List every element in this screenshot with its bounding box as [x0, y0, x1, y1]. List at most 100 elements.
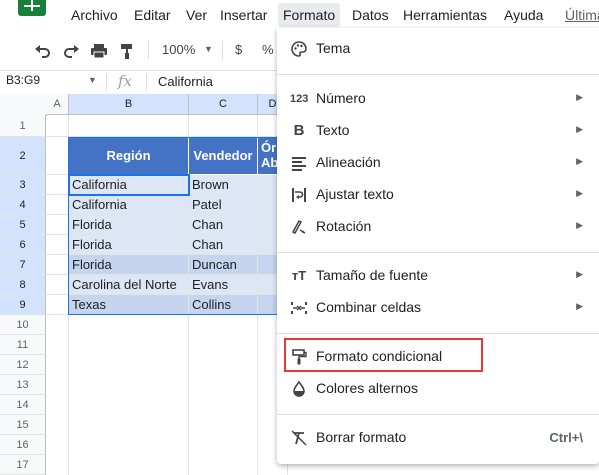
print-icon[interactable]	[90, 33, 108, 66]
menu-item-label: Número	[316, 90, 366, 106]
menu-item-label: Colores alternos	[316, 380, 418, 396]
name-box-chevron-icon[interactable]: ▼	[88, 75, 97, 85]
menu-item-combinar-celdas[interactable]: Combinar celdas ▶	[277, 292, 599, 324]
menu-last-edit[interactable]: Última	[560, 3, 599, 27]
redo-icon[interactable]	[62, 33, 80, 66]
table-cell[interactable]: Collins	[189, 295, 258, 315]
menu-item-alineacion[interactable]: Alineación ▶	[277, 147, 599, 179]
menu-formato[interactable]: Formato	[278, 3, 341, 27]
table-cell[interactable]: Evans	[189, 275, 258, 295]
row-header[interactable]: 15	[0, 415, 46, 435]
row-header[interactable]: 13	[0, 375, 46, 395]
font-size-icon: тT	[291, 268, 307, 283]
grid-cell[interactable]	[46, 235, 69, 255]
percent-button[interactable]: %	[262, 33, 274, 66]
highlight-annotation	[284, 338, 483, 372]
menu-item-rotacion[interactable]: Rotación ▶	[277, 211, 599, 243]
wrap-icon	[290, 186, 308, 204]
row-header[interactable]: 12	[0, 355, 46, 375]
grid-cell[interactable]	[46, 137, 69, 175]
zoom-chevron-icon[interactable]: ▼	[204, 33, 213, 66]
menu-item-label: Tamaño de fuente	[316, 267, 429, 283]
table-cell[interactable]: Florida	[69, 235, 189, 255]
menu-item-numero[interactable]: 123 Número ▶	[277, 83, 599, 115]
grid-cell[interactable]	[46, 175, 69, 195]
table-cell[interactable]: Chan	[189, 215, 258, 235]
menu-item-ajustar-texto[interactable]: Ajustar texto ▶	[277, 179, 599, 211]
menu-item-label: Tema	[316, 40, 351, 56]
grid-cell[interactable]	[46, 315, 69, 475]
submenu-arrow-icon: ▶	[576, 156, 583, 166]
grid-cell[interactable]	[46, 295, 69, 315]
grid-cell[interactable]	[189, 315, 258, 475]
table-cell[interactable]: Duncan	[189, 255, 258, 275]
menu-insertar[interactable]: Insertar	[215, 3, 272, 27]
menu-item-label: Rotación	[316, 218, 372, 234]
grid-cell[interactable]	[69, 115, 189, 137]
menu-editar[interactable]: Editar	[129, 3, 176, 27]
menu-shortcut: Ctrl+\	[549, 430, 583, 445]
table-cell[interactable]: Carolina del Norte	[69, 275, 189, 295]
fill-drop-icon	[290, 380, 308, 398]
header-cell-vendedor[interactable]: Vendedor	[189, 137, 258, 175]
menu-item-label: Borrar formato	[316, 429, 407, 445]
header-cell-partial-line2: Ab	[261, 155, 279, 170]
header-cell-region[interactable]: Región	[69, 137, 189, 175]
row-header[interactable]: 8	[0, 275, 46, 295]
table-cell[interactable]: Patel	[189, 195, 258, 215]
grid-cell[interactable]	[46, 255, 69, 275]
menu-herramientas[interactable]: Herramientas	[398, 3, 492, 27]
menu-ayuda[interactable]: Ayuda	[499, 3, 548, 27]
row-header[interactable]: 11	[0, 335, 46, 355]
menu-divider	[277, 74, 599, 75]
select-all-corner[interactable]	[0, 94, 47, 116]
table-cell[interactable]: Florida	[69, 255, 189, 275]
menu-datos[interactable]: Datos	[347, 3, 394, 27]
row-header[interactable]: 14	[0, 395, 46, 415]
formula-input[interactable]: California	[158, 74, 213, 89]
row-header[interactable]: 3	[0, 175, 46, 195]
table-cell[interactable]: Chan	[189, 235, 258, 255]
grid-cell[interactable]	[189, 115, 258, 137]
column-header-c[interactable]: C	[189, 94, 258, 115]
row-header[interactable]: 17	[0, 455, 46, 475]
currency-button[interactable]: $	[235, 33, 242, 66]
menu-item-label: Combinar celdas	[316, 299, 422, 315]
table-cell[interactable]: Florida	[69, 215, 189, 235]
column-header-a[interactable]: A	[46, 94, 69, 115]
zoom-select[interactable]: 100%	[162, 33, 195, 66]
row-header[interactable]: 5	[0, 215, 46, 235]
grid-cell[interactable]	[46, 215, 69, 235]
row-header[interactable]: 16	[0, 435, 46, 455]
row-header[interactable]: 4	[0, 195, 46, 215]
table-cell[interactable]: California	[69, 175, 189, 195]
column-header-b[interactable]: B	[69, 94, 189, 115]
menu-item-borrar-formato[interactable]: Borrar formato Ctrl+\	[277, 422, 599, 454]
grid-cell[interactable]	[46, 115, 69, 137]
paint-format-icon[interactable]	[118, 33, 136, 66]
menu-item-label: Alineación	[316, 154, 381, 170]
row-header[interactable]: 9	[0, 295, 46, 315]
row-header[interactable]: 7	[0, 255, 46, 275]
menu-item-texto[interactable]: B Texto ▶	[277, 115, 599, 147]
menu-item-tema[interactable]: Tema	[277, 33, 599, 65]
name-box[interactable]: B3:G9	[6, 73, 40, 87]
undo-icon[interactable]	[34, 33, 52, 66]
row-header[interactable]: 2	[0, 137, 46, 175]
submenu-arrow-icon: ▶	[576, 269, 583, 279]
table-cell[interactable]: Brown	[189, 175, 258, 195]
row-header[interactable]: 6	[0, 235, 46, 255]
sheets-logo-icon[interactable]	[18, 0, 46, 16]
grid-cell[interactable]	[69, 315, 189, 475]
menu-ver[interactable]: Ver	[181, 3, 212, 27]
menubar: Archivo Editar Ver Insertar Formato Dato…	[0, 0, 599, 30]
row-header[interactable]: 1	[0, 115, 46, 137]
menu-item-colores-alternos[interactable]: Colores alternos	[277, 373, 599, 405]
menu-archivo[interactable]: Archivo	[66, 3, 123, 27]
grid-cell[interactable]	[46, 195, 69, 215]
table-cell[interactable]: Texas	[69, 295, 189, 315]
grid-cell[interactable]	[46, 275, 69, 295]
table-cell[interactable]: California	[69, 195, 189, 215]
menu-item-tamano-fuente[interactable]: тT Tamaño de fuente ▶	[277, 260, 599, 292]
row-header[interactable]: 10	[0, 315, 46, 335]
